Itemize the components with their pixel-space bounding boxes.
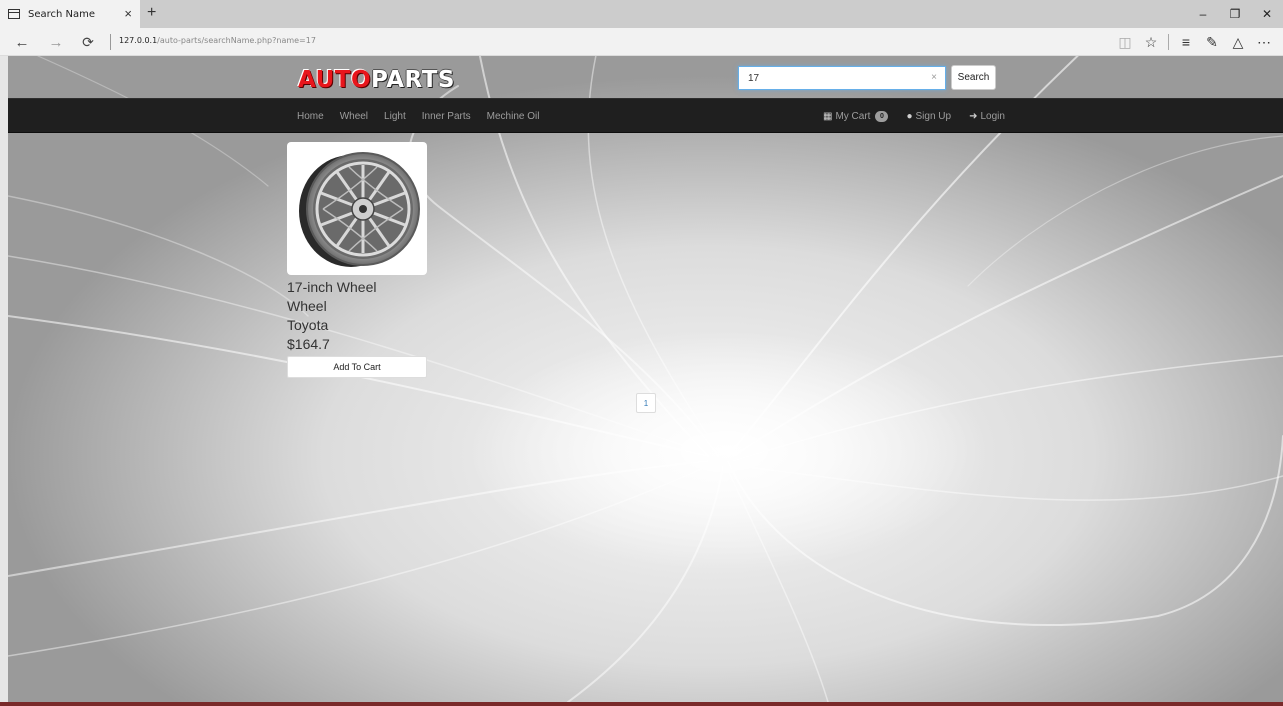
background-swirl [8, 56, 1283, 702]
search-input[interactable] [739, 67, 919, 89]
tab-title: Search Name [28, 8, 96, 20]
favorite-star-icon[interactable]: ☆ [1138, 31, 1164, 53]
taskbar-strip [0, 702, 1283, 706]
browser-tab[interactable]: Search Name × [0, 0, 140, 28]
login-label: Login [980, 111, 1005, 122]
main-navbar: Home Wheel Light Inner Parts Mechine Oil… [8, 98, 1283, 133]
reading-view-icon[interactable]: ◫ [1112, 31, 1138, 53]
url-host: 127.0.0.1 [119, 36, 158, 45]
product-name: 17-inch Wheel [287, 279, 377, 295]
forward-icon[interactable]: → [44, 31, 68, 53]
product-image[interactable] [287, 142, 427, 275]
toolbar-separator [1168, 34, 1169, 50]
nav-menu: Home Wheel Light Inner Parts Mechine Oil [289, 99, 547, 134]
sign-up-label: Sign Up [915, 111, 952, 122]
nav-home[interactable]: Home [289, 111, 332, 122]
close-window-icon[interactable]: ✕ [1251, 0, 1283, 28]
nav-wheel[interactable]: Wheel [332, 111, 376, 122]
wheel-image [299, 151, 420, 267]
pagination-page-1[interactable]: 1 [636, 393, 656, 413]
login-link[interactable]: ➜ Login [960, 111, 1014, 122]
my-cart-label: My Cart [835, 111, 871, 122]
add-to-cart-button[interactable]: Add To Cart [287, 356, 427, 378]
back-icon[interactable]: ← [10, 31, 34, 53]
restore-icon[interactable]: ❐ [1219, 0, 1251, 28]
share-icon[interactable]: △ [1225, 31, 1251, 53]
grid-icon: ▦ [823, 111, 833, 122]
window-controls: – ❐ ✕ [1187, 0, 1283, 28]
my-cart-link[interactable]: ▦ My Cart 0 [814, 111, 897, 122]
login-icon: ➜ [969, 111, 978, 122]
page-viewport: AUTOPARTS × Search Home Wheel Light Inne… [8, 56, 1283, 702]
minimize-icon[interactable]: – [1187, 0, 1219, 28]
new-tab-icon[interactable]: + [147, 4, 156, 22]
more-icon[interactable]: ⋯ [1251, 31, 1277, 53]
browser-tab-bar: Search Name × + – ❐ ✕ [0, 0, 1283, 28]
tab-close-icon[interactable]: × [124, 6, 132, 21]
browser-toolbar: ◫ ☆ ≡ ✎ △ ⋯ [1112, 31, 1277, 53]
user-icon: ● [906, 111, 913, 122]
nav-light[interactable]: Light [376, 111, 414, 122]
product-price: $164.7 [287, 336, 330, 352]
url-path: /auto-parts/searchName.php?name=17 [157, 36, 316, 45]
search-button[interactable]: Search [951, 65, 996, 90]
refresh-icon[interactable]: ⟳ [76, 31, 100, 53]
logo-auto: AUTO [298, 67, 372, 93]
user-menu: ▦ My Cart 0 ● Sign Up ➜ Login [814, 99, 1014, 134]
web-note-icon[interactable]: ✎ [1199, 31, 1225, 53]
product-brand: Toyota [287, 317, 329, 333]
sign-up-link[interactable]: ● Sign Up [897, 111, 960, 122]
logo-parts: PARTS [371, 67, 455, 93]
product-card: 17-inch Wheel Wheel Toyota $164.7 Add To… [287, 142, 427, 378]
nav-inner-parts[interactable]: Inner Parts [414, 111, 479, 122]
address-separator [110, 34, 111, 50]
url-field[interactable]: 127.0.0.1/auto-parts/searchName.php?name… [119, 36, 316, 45]
product-category: Wheel [287, 298, 327, 314]
browser-address-bar: ← → ⟳ 127.0.0.1/auto-parts/searchName.ph… [0, 28, 1283, 56]
search-box: × [738, 66, 946, 90]
cart-count-badge: 0 [875, 111, 889, 122]
clear-search-icon[interactable]: × [931, 72, 937, 83]
tab-page-icon [8, 9, 20, 19]
site-logo[interactable]: AUTOPARTS [298, 67, 455, 93]
nav-mechine-oil[interactable]: Mechine Oil [479, 111, 548, 122]
hub-icon[interactable]: ≡ [1173, 31, 1199, 53]
